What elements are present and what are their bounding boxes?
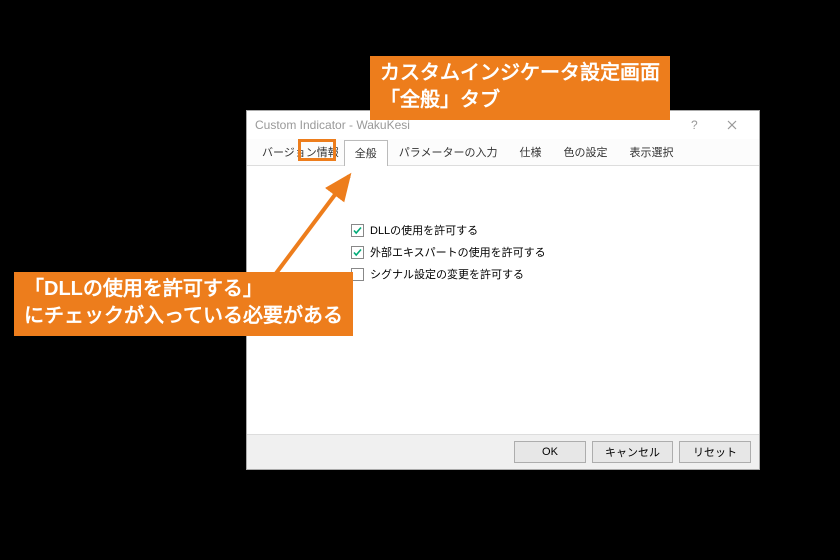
row-allow-dll: DLLの使用を許可する (351, 222, 478, 238)
tab-colors[interactable]: 色の設定 (552, 139, 618, 165)
tab-spec[interactable]: 仕様 (508, 139, 552, 165)
cancel-button[interactable]: キャンセル (592, 441, 673, 463)
annotation-callout-left: 「DLLの使用を許可する」 にチェックが入っている必要がある (14, 272, 353, 336)
close-icon[interactable] (713, 111, 751, 139)
checkbox-allow-dll[interactable] (351, 224, 364, 237)
checkbox-allow-ext-experts[interactable] (351, 246, 364, 259)
annotation-highlight-general-tab (298, 139, 336, 161)
annotation-callout-top-line1: カスタムインジケータ設定画面 (380, 60, 660, 87)
annotation-callout-top: カスタムインジケータ設定画面 「全般」タブ (370, 56, 670, 120)
label-allow-ext-experts: 外部エキスパートの使用を許可する (370, 244, 546, 260)
svg-text:?: ? (691, 118, 698, 132)
label-allow-dll: DLLの使用を許可する (370, 222, 478, 238)
tab-parameters[interactable]: パラメーターの入力 (388, 139, 509, 165)
help-icon[interactable]: ? (675, 111, 713, 139)
annotation-callout-top-line2: 「全般」タブ (380, 87, 660, 114)
annotation-callout-left-line1: 「DLLの使用を許可する」 (24, 276, 343, 303)
ok-button[interactable]: OK (514, 441, 586, 463)
tab-general[interactable]: 全般 (344, 140, 388, 166)
reset-button[interactable]: リセット (679, 441, 751, 463)
annotation-callout-left-line2: にチェックが入っている必要がある (24, 303, 343, 330)
tab-display[interactable]: 表示選択 (618, 139, 684, 165)
button-bar: OK キャンセル リセット (247, 434, 759, 469)
label-allow-signal-change: シグナル設定の変更を許可する (370, 266, 524, 282)
row-allow-signal-change: シグナル設定の変更を許可する (351, 266, 524, 282)
row-allow-ext-experts: 外部エキスパートの使用を許可する (351, 244, 546, 260)
